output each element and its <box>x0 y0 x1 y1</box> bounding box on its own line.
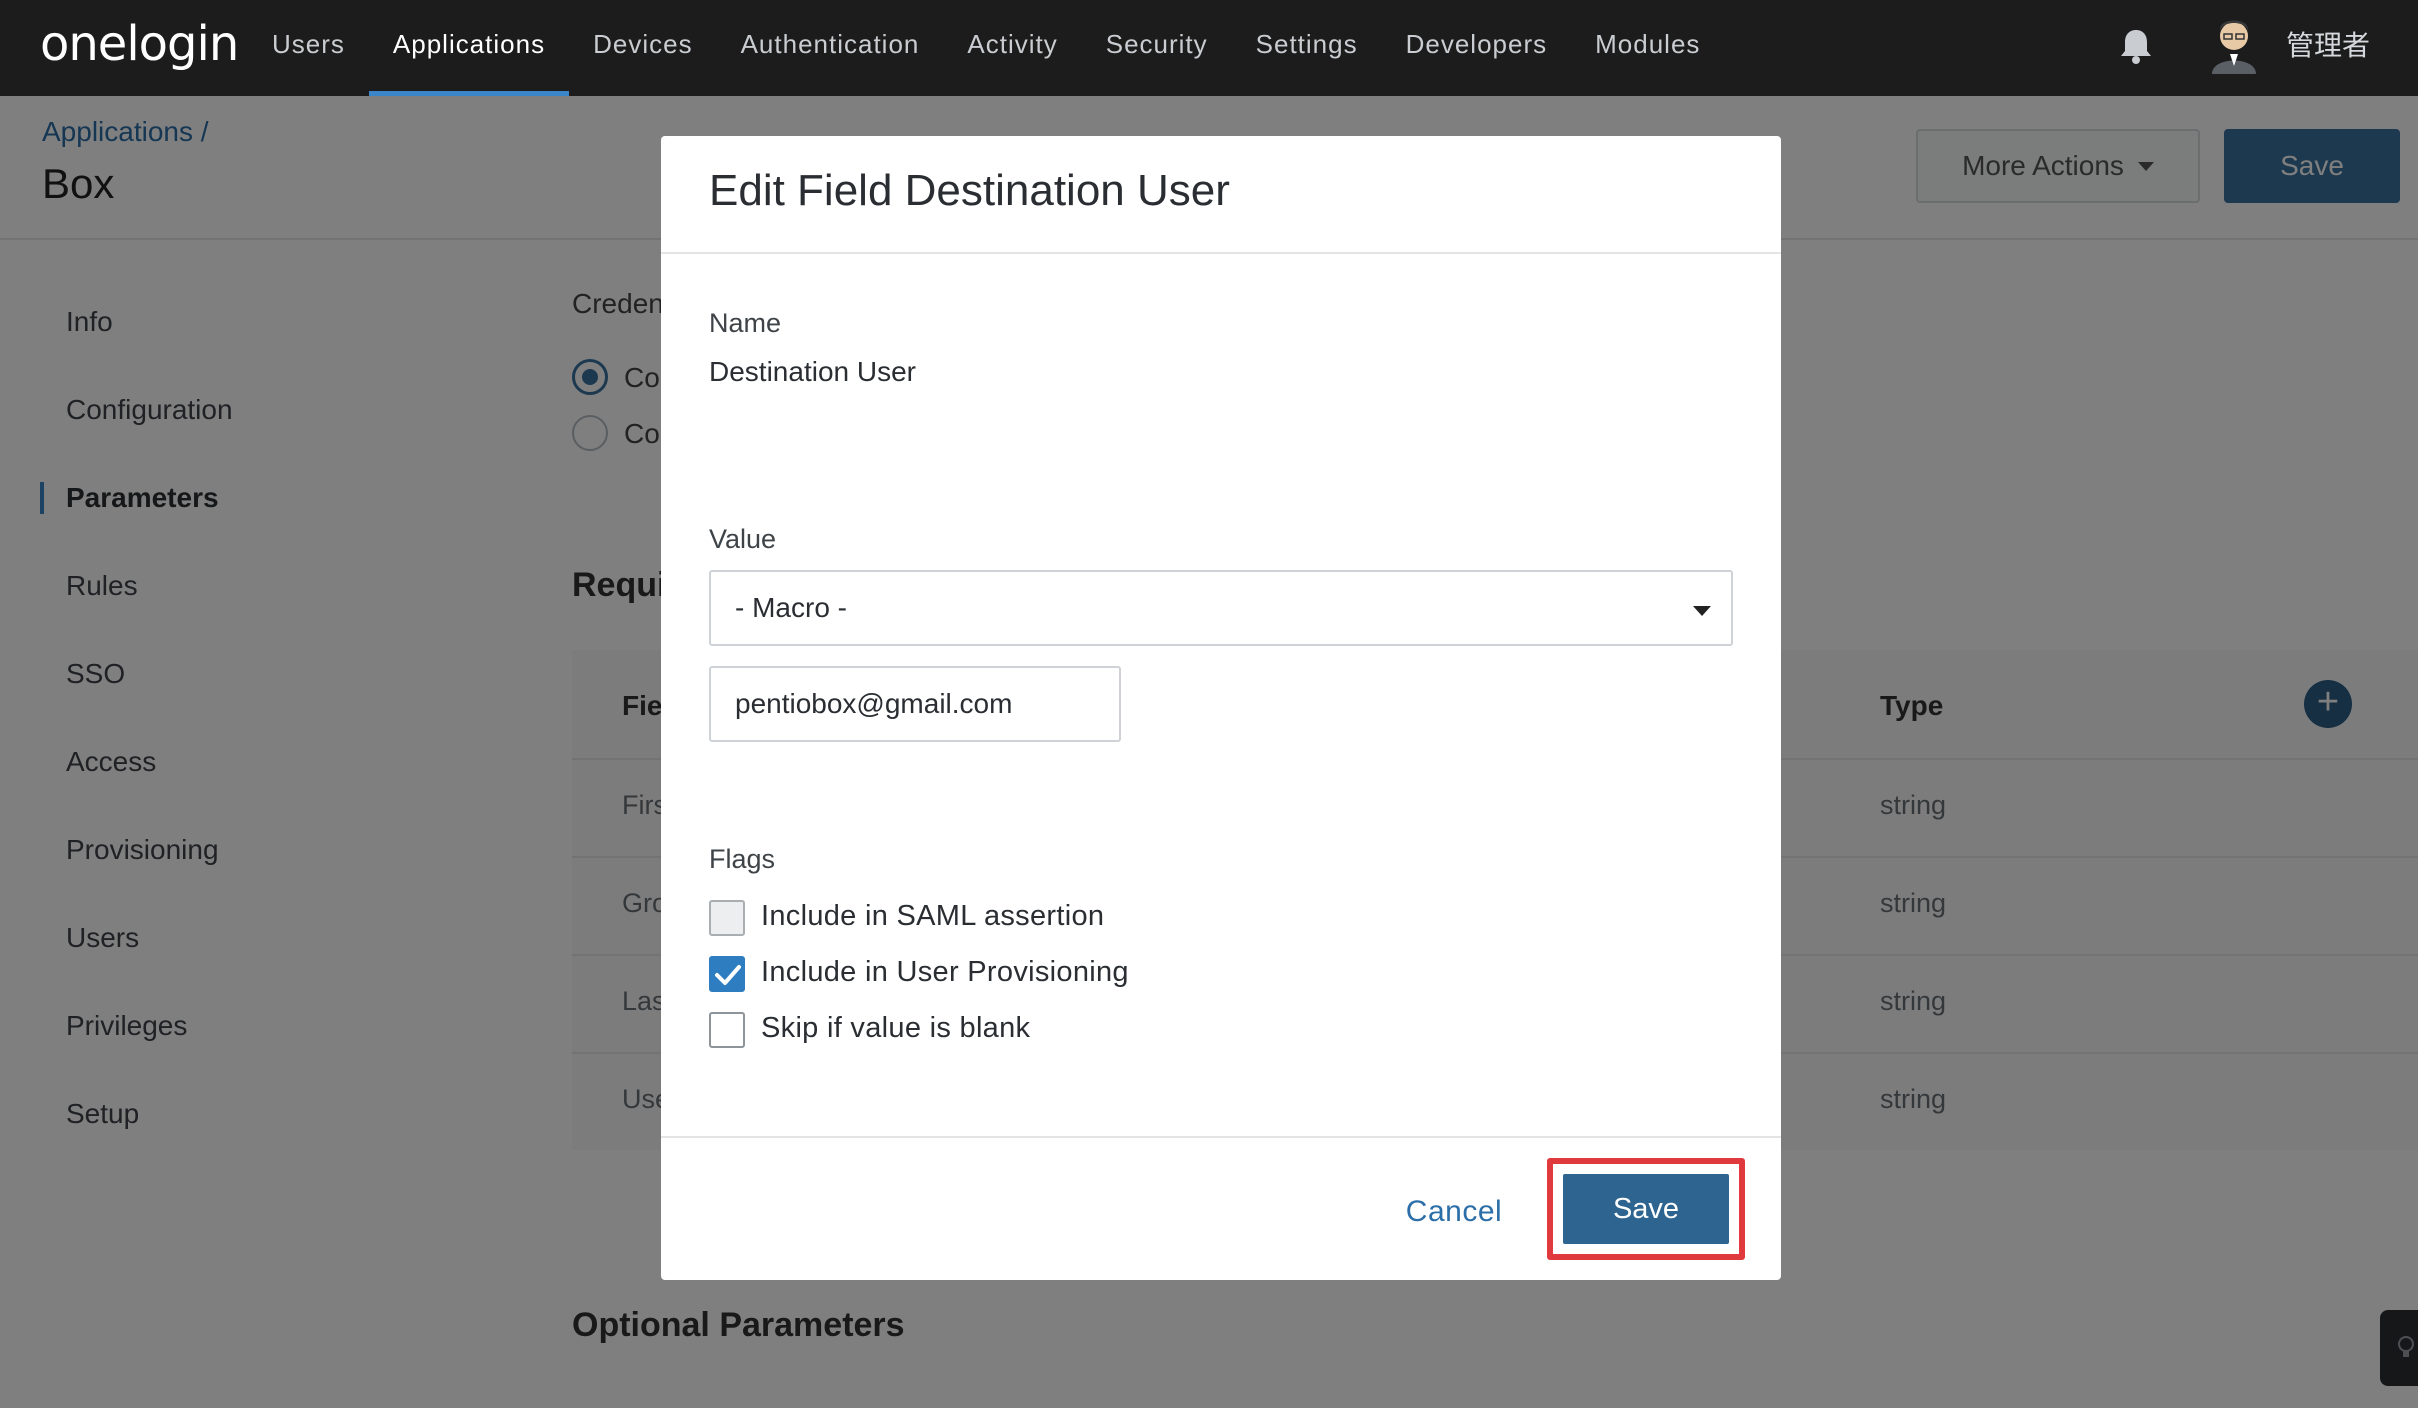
skip-if-blank-label[interactable]: Skip if value is blank <box>761 1012 1030 1045</box>
nav-item-settings[interactable]: Settings <box>1232 0 1382 96</box>
nav-item-security[interactable]: Security <box>1082 0 1232 96</box>
cancel-button[interactable]: Cancel <box>1389 1184 1519 1240</box>
nav-item-developers[interactable]: Developers <box>1382 0 1572 96</box>
caret-down-icon <box>1693 606 1711 616</box>
value-select[interactable]: - Macro - <box>709 570 1733 646</box>
nav-item-authentication[interactable]: Authentication <box>717 0 944 96</box>
main-nav: Users Applications Devices Authenticatio… <box>248 0 1724 96</box>
checkmark-icon <box>715 965 741 985</box>
value-label: Value <box>709 524 777 554</box>
nav-item-applications[interactable]: Applications <box>368 0 570 96</box>
bell-icon[interactable] <box>2118 26 2154 66</box>
macro-input[interactable] <box>709 666 1121 742</box>
nav-item-activity[interactable]: Activity <box>943 0 1081 96</box>
onelogin-logo[interactable]: onelogin <box>40 16 239 72</box>
saml-assertion-checkbox[interactable] <box>709 900 745 936</box>
skip-if-blank-checkbox[interactable] <box>709 1012 745 1048</box>
modal-header-divider <box>661 252 1781 254</box>
nav-item-users[interactable]: Users <box>248 0 369 96</box>
top-nav-bar: onelogin Users Applications Devices Auth… <box>0 0 2418 96</box>
name-value: Destination User <box>709 356 916 387</box>
save-button-highlight: Save <box>1547 1158 1745 1260</box>
name-label: Name <box>709 308 782 338</box>
value-select-text: - Macro - <box>735 592 847 623</box>
modal-footer-divider <box>661 1136 1781 1138</box>
user-provisioning-label[interactable]: Include in User Provisioning <box>761 956 1129 989</box>
edit-field-modal: Edit Field Destination User Name Destina… <box>661 136 1781 1280</box>
saml-assertion-label[interactable]: Include in SAML assertion <box>761 900 1104 933</box>
user-provisioning-checkbox[interactable] <box>709 956 745 992</box>
modal-title: Edit Field Destination User <box>709 166 1230 215</box>
user-name[interactable]: 管理者 <box>2286 24 2370 64</box>
flags-label: Flags <box>709 844 776 874</box>
user-avatar[interactable] <box>2206 14 2262 74</box>
nav-item-modules[interactable]: Modules <box>1571 0 1724 96</box>
save-button[interactable]: Save <box>1563 1174 1729 1244</box>
nav-item-devices[interactable]: Devices <box>569 0 716 96</box>
